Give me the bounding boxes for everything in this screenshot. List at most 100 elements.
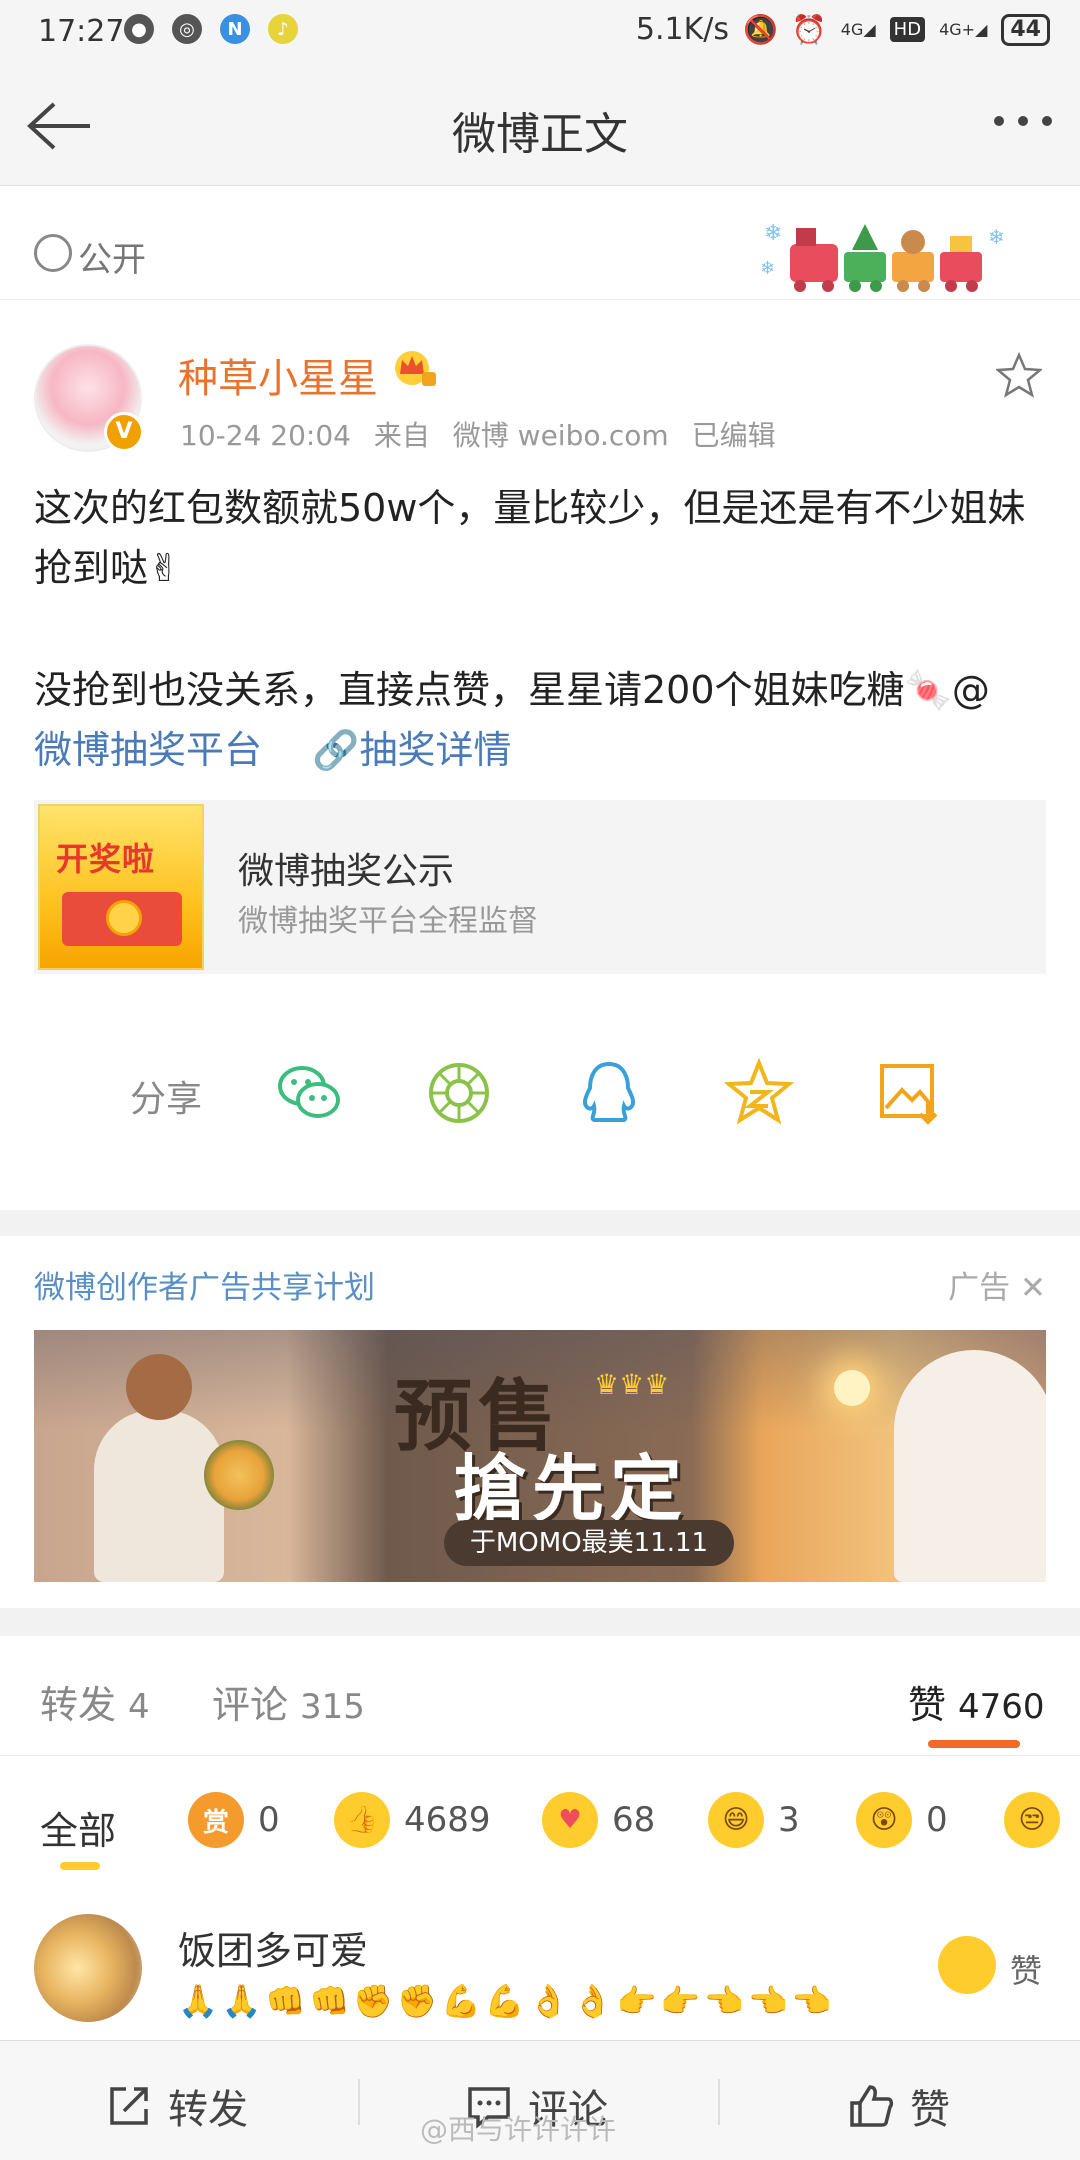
battery-icon: 44 — [1001, 13, 1050, 46]
tab-repost[interactable]: 转发 4 — [40, 1674, 150, 1729]
link-icon: 🔗 — [312, 728, 360, 772]
reaction-laugh[interactable]: 😄 3 — [708, 1792, 800, 1848]
divider — [358, 2079, 360, 2125]
thumbs-up-icon: 👍 — [334, 1792, 390, 1848]
model-figure-left — [94, 1410, 224, 1582]
sunset-sun — [834, 1370, 870, 1406]
surprise-icon: 😲 — [856, 1792, 912, 1848]
visibility-row: 公开 ❄ ❄ ❄ — [0, 206, 1080, 300]
card-title: 微博抽奖公示 — [238, 851, 455, 892]
post-text-paragraph-2: 没抢到也没关系，直接点赞，星星请200个姐妹吃糖🍬@ 微博抽奖平台 🔗抽奖详情 — [34, 660, 1054, 780]
more-options-icon[interactable] — [994, 116, 1052, 126]
reaction-filter-bar: 全部 赏 0 👍 4689 ♥ 68 😄 3 😲 0 😒 — [0, 1756, 1080, 1876]
author-name[interactable]: 种草小星星 — [178, 346, 378, 404]
chat-notification-icon: ● — [124, 14, 154, 44]
qq-share-icon[interactable] — [574, 1058, 644, 1128]
qzone-share-icon[interactable] — [724, 1058, 794, 1128]
svg-text:❄: ❄ — [760, 258, 775, 279]
reward-count: 0 — [258, 1800, 280, 1840]
visibility-label: 公开 — [78, 240, 146, 280]
reaction-reward[interactable]: 赏 0 — [188, 1792, 280, 1848]
heart-count: 68 — [612, 1800, 656, 1840]
weibo-notification-icon: ◎ — [172, 14, 202, 44]
music-app-icon: ♪ — [268, 14, 298, 44]
post-text-paragraph-1: 这次的红包数额就50w个，量比较少，但是还是有不少姐妹抢到哒✌ — [34, 486, 1026, 590]
wechat-share-icon[interactable] — [274, 1058, 344, 1128]
model-figure-right — [894, 1350, 1046, 1582]
lottery-thumbnail: 开奖啦 — [38, 804, 204, 970]
ad-label: 广告 — [948, 1270, 1011, 1306]
nav-bar: 微博正文 — [0, 66, 1080, 186]
heart-icon: ♥ — [542, 1792, 598, 1848]
lottery-detail-link[interactable]: 🔗抽奖详情 — [312, 728, 511, 772]
net-speed: 5.1K/s — [635, 12, 730, 47]
save-image-icon[interactable] — [874, 1058, 944, 1128]
christmas-train-decoration: ❄ ❄ ❄ — [760, 221, 1005, 292]
verified-badge-icon: V — [104, 412, 144, 452]
vip-crown-icon — [395, 351, 436, 386]
thumbs-up-outline-icon — [850, 2085, 894, 2127]
commenter-avatar[interactable] — [34, 1914, 142, 2022]
reward-icon: 赏 — [188, 1792, 244, 1848]
close-icon[interactable]: ✕ — [1020, 1270, 1046, 1306]
like-count: 4689 — [404, 1800, 491, 1840]
svg-text:❄: ❄ — [764, 221, 782, 246]
ad-brand-pill: 于MOMO最美11.11 — [444, 1520, 734, 1566]
ad-banner-image[interactable]: 预售 ♛♛♛ 搶先定 于MOMO最美11.11 — [34, 1330, 1046, 1582]
reaction-more[interactable]: 😒 — [1004, 1792, 1060, 1848]
hd-badge: HD — [889, 17, 926, 42]
coin-icon — [106, 900, 142, 936]
mute-icon: 🔕 — [743, 13, 778, 46]
card-subtitle: 微博抽奖平台全程监督 — [238, 904, 538, 939]
share-label: 分享 — [130, 1079, 203, 1120]
favorite-star-icon[interactable] — [996, 352, 1042, 398]
edited-label: 已编辑 — [691, 419, 776, 452]
notification-icons: ● ◎ N ♪ — [124, 14, 298, 44]
tab-like[interactable]: 赞 4760 — [908, 1674, 1045, 1729]
reaction-like[interactable]: 👍 4689 — [334, 1792, 491, 1848]
like-button[interactable]: 赞 — [848, 2077, 950, 2135]
post-date: 10-24 20:04 — [180, 419, 351, 452]
model-head — [126, 1354, 192, 1420]
post-text-2: 没抢到也没关系，直接点赞，星星请200个姐妹吃糖🍬@ — [34, 668, 990, 712]
post-meta: 10-24 20:04 来自 微博 weibo.com 已编辑 — [180, 414, 790, 454]
filter-all-indicator — [60, 1862, 100, 1870]
divider — [718, 2079, 720, 2125]
source-prefix: 来自 — [373, 419, 430, 452]
reaction-heart[interactable]: ♥ 68 — [542, 1792, 655, 1848]
ad-close[interactable]: 广告 ✕ — [948, 1262, 1046, 1307]
sad-icon: 😒 — [1004, 1792, 1060, 1848]
mention-link[interactable]: 微博抽奖平台 — [34, 728, 262, 772]
watermark: @西与许许许许 — [420, 2113, 617, 2146]
commenter-name[interactable]: 饭团多可爱 — [178, 1920, 368, 1975]
thumbnail-text: 开奖啦 — [56, 840, 156, 878]
signal-icon: 4G◢ — [840, 20, 876, 39]
bouquet — [204, 1440, 274, 1510]
n-app-icon: N — [220, 14, 250, 44]
comment-thumbs-up-icon[interactable] — [938, 1936, 996, 1994]
section-divider — [0, 1608, 1080, 1636]
page-title: 微博正文 — [452, 109, 628, 160]
repost-button[interactable]: 转发 — [106, 2077, 248, 2135]
moments-share-icon[interactable] — [424, 1058, 494, 1128]
surprise-count: 0 — [926, 1800, 948, 1840]
system-icons: 5.1K/s 🔕 ⏰ 4G◢ HD 4G+◢ 44 — [636, 12, 1050, 47]
alarm-icon: ⏰ — [791, 13, 827, 46]
share-out-icon — [110, 2087, 148, 2125]
clock: 17:27 — [38, 14, 125, 49]
post-source: 微博 weibo.com — [452, 419, 669, 452]
filter-all[interactable]: 全部 — [40, 1800, 116, 1855]
lottery-card[interactable]: 开奖啦 微博抽奖公示 微博抽奖平台全程监督 — [34, 800, 1046, 974]
tab-comment[interactable]: 评论 315 — [212, 1674, 365, 1729]
svg-text:❄: ❄ — [988, 225, 1005, 249]
status-bar: 17:27 ● ◎ N ♪ 5.1K/s 🔕 ⏰ 4G◢ HD 4G+◢ 44 — [0, 0, 1080, 66]
comment-like-label[interactable]: 赞 — [1010, 1946, 1042, 1992]
laugh-count: 3 — [778, 1800, 800, 1840]
ad-program-title[interactable]: 微博创作者广告共享计划 — [34, 1262, 375, 1307]
globe-icon — [34, 234, 72, 272]
active-tab-indicator — [928, 1740, 1020, 1748]
laugh-icon: 😄 — [708, 1792, 764, 1848]
reaction-surprise[interactable]: 😲 0 — [856, 1792, 948, 1848]
crown-icons: ♛♛♛ — [594, 1368, 670, 1401]
section-divider — [0, 1210, 1080, 1236]
